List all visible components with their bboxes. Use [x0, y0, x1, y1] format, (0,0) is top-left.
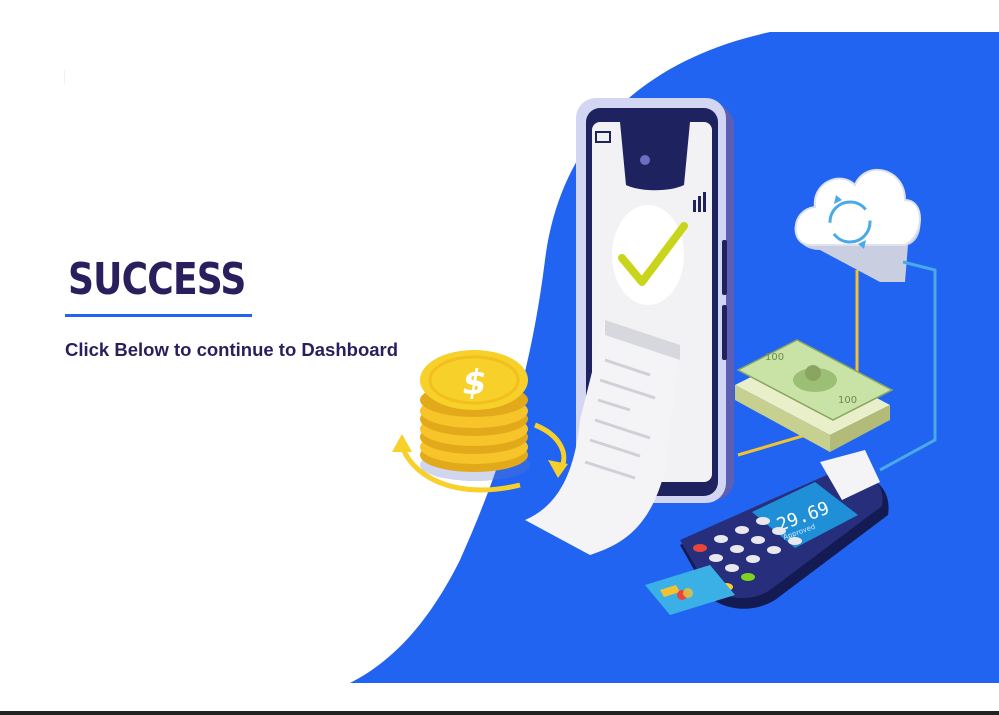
page-title: SUCCESS: [68, 254, 246, 305]
success-page: 100 100 $ 29.69 Approved SUCCESS Click B…: [0, 0, 999, 715]
bottom-border: [0, 711, 999, 715]
banknote-value-label-2: 100: [838, 395, 857, 406]
success-message-panel: SUCCESS Click Below to continue to Dashb…: [65, 255, 425, 409]
decorative-mark: [64, 70, 65, 84]
continue-to-dashboard-button[interactable]: [65, 385, 183, 409]
title-underline: [65, 314, 252, 317]
banknote-value-label: 100: [765, 352, 784, 363]
instruction-text: Click Below to continue to Dashboard: [65, 339, 399, 360]
